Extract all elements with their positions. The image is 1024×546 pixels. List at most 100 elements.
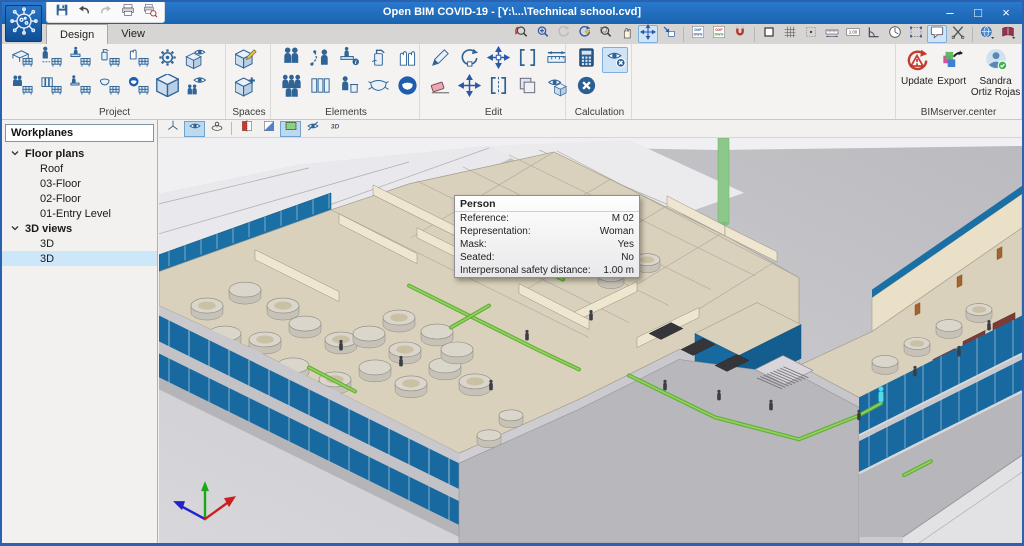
bimserver-globe-button[interactable] xyxy=(977,25,997,43)
dxf-import-button[interactable]: DXFDWG xyxy=(688,25,708,43)
workplanes-item-3d[interactable]: 3D xyxy=(2,251,157,266)
zoom-previous-button[interactable] xyxy=(512,25,532,43)
move-view-button[interactable] xyxy=(638,25,658,43)
workplane-axis-button[interactable] xyxy=(162,121,183,137)
tree-group-label: 3D views xyxy=(25,223,72,235)
error-list-button[interactable] xyxy=(573,75,599,101)
redo-button[interactable] xyxy=(96,4,115,21)
move-free-button[interactable] xyxy=(456,75,482,101)
bed-table-icon xyxy=(11,46,34,74)
gloves-table-button[interactable] xyxy=(125,47,151,73)
sandra-ortiz-rojas-button[interactable]: Sandra Ortiz Rojas xyxy=(970,47,1021,98)
clip-box-button[interactable] xyxy=(280,121,301,137)
measure-button[interactable] xyxy=(543,47,569,73)
workplanes-item-02-floor[interactable]: 02-Floor xyxy=(2,191,157,206)
tooltip-row-value: 1.00 m xyxy=(603,265,634,276)
undo-button[interactable] xyxy=(74,4,93,21)
symmetry-button[interactable] xyxy=(514,47,540,73)
people-table-button[interactable] xyxy=(9,75,35,101)
partition-table-button[interactable] xyxy=(38,75,64,101)
signage-table-button[interactable] xyxy=(125,75,151,101)
chevron-down-icon[interactable] xyxy=(11,148,19,160)
info-desk-button[interactable]: i xyxy=(336,47,362,73)
export-button[interactable]: Export xyxy=(937,47,966,98)
workplanes-item-3d[interactable]: 3D xyxy=(2,236,157,251)
occupants-pair-button[interactable] xyxy=(278,47,304,73)
orbit-button[interactable] xyxy=(206,121,227,137)
dxf-edit-button[interactable]: DXFDWG xyxy=(709,25,729,43)
app-logo[interactable] xyxy=(5,5,42,42)
tab-design[interactable]: Design xyxy=(46,24,108,44)
tab-view[interactable]: View xyxy=(108,24,158,44)
comment-button[interactable] xyxy=(927,25,947,43)
new-space-button[interactable] xyxy=(233,75,259,101)
bed-table-button[interactable] xyxy=(9,47,35,73)
mask-table-button[interactable] xyxy=(96,75,122,101)
path-person-button[interactable] xyxy=(307,47,333,73)
section-red-button[interactable] xyxy=(236,121,257,137)
view-element-button[interactable] xyxy=(543,75,569,101)
delete-eraser-button[interactable] xyxy=(427,75,453,101)
mask-sign-button[interactable] xyxy=(394,75,420,101)
snap-magnet-button[interactable] xyxy=(730,25,750,43)
distance-table-button[interactable] xyxy=(38,47,64,73)
workplanes-group-floor-plans[interactable]: Floor plans xyxy=(2,146,157,161)
ortho-button[interactable] xyxy=(759,25,779,43)
cube-3d-button[interactable] xyxy=(154,75,180,101)
waste-bin-button[interactable] xyxy=(336,75,362,101)
edit-pencil-button[interactable] xyxy=(427,47,453,73)
spaces-visibility-button[interactable] xyxy=(183,47,209,73)
pan-button[interactable] xyxy=(617,25,637,43)
sanitizer-dispenser-button[interactable] xyxy=(365,47,391,73)
symmetry-copy-button[interactable] xyxy=(485,75,511,101)
reception-table-button[interactable] xyxy=(67,47,93,73)
person-tooltip: Person Reference:M 02Representation:Woma… xyxy=(454,195,640,278)
viewport-3d[interactable]: Person Reference:M 02Representation:Woma… xyxy=(159,138,1022,543)
snap-grid-button[interactable] xyxy=(801,25,821,43)
sanitizer-table-button[interactable] xyxy=(96,47,122,73)
occupants-visibility-button[interactable] xyxy=(183,75,209,101)
save-button[interactable] xyxy=(52,4,71,21)
visible-elements-button[interactable] xyxy=(184,121,205,137)
section-blue-button[interactable] xyxy=(258,121,279,137)
zoom-window-button[interactable] xyxy=(596,25,616,43)
print-preview-button[interactable] xyxy=(140,4,159,21)
close-button[interactable]: × xyxy=(992,2,1020,22)
edit-space-button[interactable] xyxy=(233,47,259,73)
selection-box-button[interactable] xyxy=(906,25,926,43)
send-to-window-button[interactable] xyxy=(659,25,679,43)
maximize-button[interactable]: □ xyxy=(964,2,992,22)
calculate-button[interactable] xyxy=(573,47,599,73)
rotate-button[interactable] xyxy=(456,47,482,73)
occupant-group-button[interactable] xyxy=(278,75,304,101)
chevron-down-icon[interactable] xyxy=(11,223,19,235)
minimize-button[interactable]: – xyxy=(936,2,964,22)
visibility-results-button[interactable] xyxy=(602,47,628,73)
print-button[interactable] xyxy=(118,4,137,21)
gloves-button[interactable] xyxy=(394,47,420,73)
workplanes-item-roof[interactable]: Roof xyxy=(2,161,157,176)
face-mask-button[interactable] xyxy=(365,75,391,101)
highlighted-person[interactable] xyxy=(879,386,884,402)
dimensions-button[interactable] xyxy=(822,25,842,43)
update-button[interactable]: Update xyxy=(901,47,933,98)
zoom-extents-button[interactable] xyxy=(533,25,553,43)
workplanes-item-01-entry-level[interactable]: 01-Entry Level xyxy=(2,206,157,221)
redraw-button[interactable] xyxy=(554,25,574,43)
protractor-button[interactable] xyxy=(885,25,905,43)
grid-button[interactable] xyxy=(780,25,800,43)
hidden-elements-button[interactable] xyxy=(302,121,323,137)
scale-button[interactable]: 1.00 xyxy=(843,25,863,43)
regenerate-button[interactable] xyxy=(575,25,595,43)
workplanes-group-3d-views[interactable]: 3D views xyxy=(2,221,157,236)
copy-button[interactable] xyxy=(514,75,540,101)
settings-gear-button[interactable] xyxy=(154,47,180,73)
workplanes-item-03-floor[interactable]: 03-Floor xyxy=(2,176,157,191)
view-3d-button[interactable]: 3D xyxy=(324,121,345,137)
workstation-table-button[interactable] xyxy=(67,75,93,101)
tools-button[interactable] xyxy=(948,25,968,43)
help-book-button[interactable] xyxy=(998,25,1018,43)
move-node-button[interactable] xyxy=(485,47,511,73)
partition-screen-button[interactable] xyxy=(307,75,333,101)
angle-button[interactable] xyxy=(864,25,884,43)
